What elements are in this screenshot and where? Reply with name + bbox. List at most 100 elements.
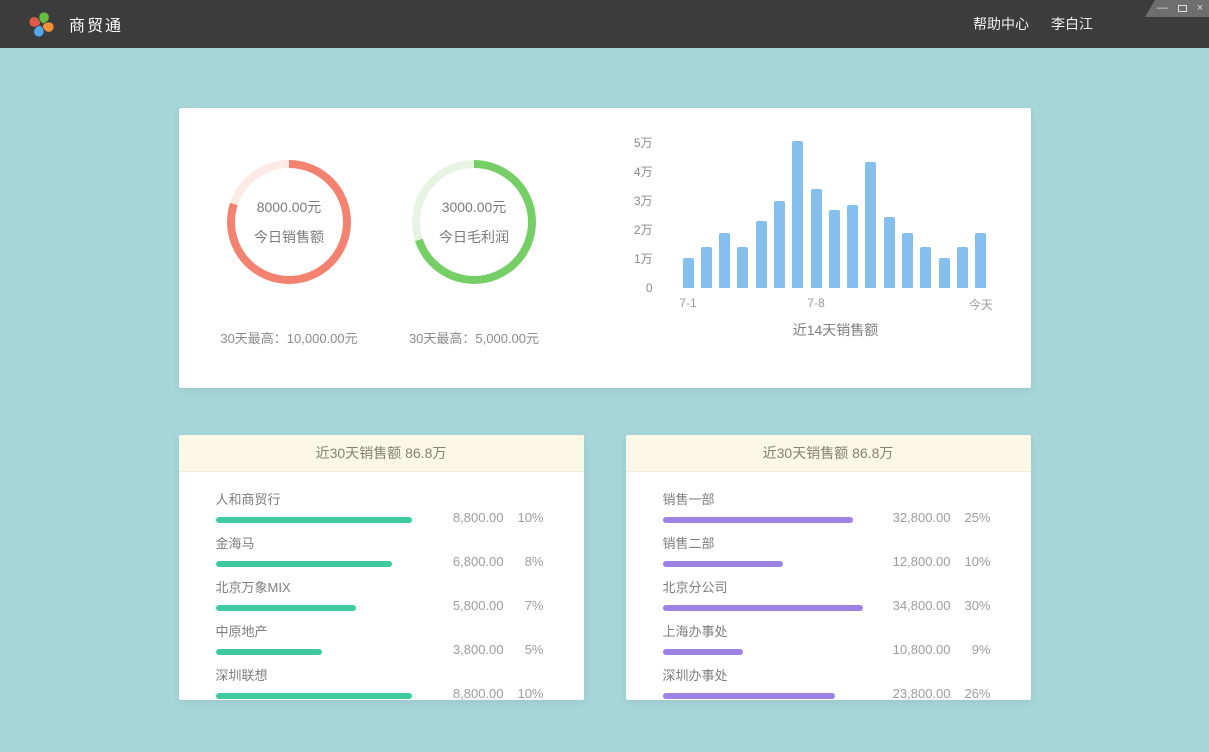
- app-title: 商贸通: [69, 12, 123, 36]
- rank-item-bar: [663, 605, 863, 611]
- rank-item-name: 销售二部: [663, 533, 863, 552]
- chart-bar: [902, 233, 913, 288]
- rank-item-name: 上海办事处: [663, 621, 863, 640]
- chart-bar: [719, 233, 730, 288]
- customer-rank-card: 近30天销售额 86.8万 人和商贸行 8,800.00 10% 金海马 6,8…: [179, 435, 584, 700]
- chart-title: 近14天销售额: [683, 320, 989, 340]
- rank-item-bar-fill: [663, 561, 783, 567]
- rank-row: 金海马 6,800.00 8%: [216, 533, 544, 567]
- help-center-link[interactable]: 帮助中心: [973, 14, 1029, 34]
- maximize-icon[interactable]: [1178, 5, 1187, 12]
- rank-row: 销售一部 32,800.00 25%: [663, 489, 991, 523]
- rank-item-bar-fill: [663, 649, 743, 655]
- rank-item-amount: 23,800.00: [887, 686, 951, 701]
- rank-item-name: 深圳联想: [216, 665, 416, 684]
- rank-row-right: 8,800.00 10%: [416, 510, 544, 525]
- rank-item-amount: 5,800.00: [440, 598, 504, 613]
- x-tick-label: 今天: [969, 296, 993, 313]
- bar-chart-plot: [683, 128, 989, 288]
- rank-row-left: 销售二部: [663, 533, 863, 567]
- rank-row-left: 深圳联想: [216, 665, 416, 699]
- rank-item-bar: [216, 693, 416, 699]
- rank-item-amount: 8,800.00: [440, 510, 504, 525]
- rank-row: 北京万象MIX 5,800.00 7%: [216, 577, 544, 611]
- rank-row: 北京分公司 34,800.00 30%: [663, 577, 991, 611]
- rank-row-left: 金海马: [216, 533, 416, 567]
- rank-item-bar-fill: [216, 649, 322, 655]
- minimize-icon[interactable]: —: [1157, 3, 1168, 14]
- rank-row-left: 深圳办事处: [663, 665, 863, 699]
- rank-row-left: 上海办事处: [663, 621, 863, 655]
- today-sales-value: 8000.00元: [257, 197, 322, 217]
- rank-row-right: 12,800.00 10%: [863, 554, 991, 569]
- customer-rank-list: 人和商贸行 8,800.00 10% 金海马 6,800.00 8% 北京万象M…: [179, 472, 584, 699]
- sales-14d-chart: 5万4万3万2万1万0 7-17-8今天 近14天销售额: [567, 108, 1031, 388]
- y-tick-label: 0: [646, 280, 653, 296]
- y-tick-label: 3万: [634, 193, 653, 209]
- today-profit-30d-max: 30天最高：5,000.00元: [382, 328, 567, 347]
- username[interactable]: 李白江: [1051, 14, 1093, 34]
- rank-item-bar: [663, 517, 863, 523]
- chart-y-axis: 5万4万3万2万1万0: [613, 128, 653, 288]
- rank-item-amount: 32,800.00: [887, 510, 951, 525]
- rank-item-name: 人和商贸行: [216, 489, 416, 508]
- rank-row: 深圳办事处 23,800.00 26%: [663, 665, 991, 699]
- rank-item-bar-fill: [216, 561, 392, 567]
- rank-row-right: 10,800.00 9%: [863, 642, 991, 657]
- rank-item-percent: 9%: [961, 642, 991, 657]
- chart-bar: [792, 141, 803, 288]
- today-profit-donut: 3000.00元 今日毛利润: [412, 160, 536, 284]
- today-sales-widget: 8000.00元 今日销售额 30天最高：10,000.00元: [197, 108, 382, 388]
- rank-row-right: 32,800.00 25%: [863, 510, 991, 525]
- rank-item-percent: 10%: [514, 686, 544, 701]
- rank-row-right: 5,800.00 7%: [416, 598, 544, 613]
- rank-item-percent: 8%: [514, 554, 544, 569]
- chart-bar: [683, 258, 694, 289]
- rank-row-left: 人和商贸行: [216, 489, 416, 523]
- chart-bar: [865, 162, 876, 289]
- chart-bar: [811, 189, 822, 288]
- chart-bar: [829, 210, 840, 289]
- rank-item-name: 中原地产: [216, 621, 416, 640]
- rank-row: 销售二部 12,800.00 10%: [663, 533, 991, 567]
- rank-row-left: 中原地产: [216, 621, 416, 655]
- pinwheel-logo-icon: [28, 11, 55, 38]
- rank-row-left: 北京分公司: [663, 577, 863, 611]
- bar-chart: 5万4万3万2万1万0 7-17-8今天: [613, 128, 1031, 288]
- rank-item-percent: 25%: [961, 510, 991, 525]
- chart-x-axis: 7-17-8今天: [683, 296, 989, 312]
- rank-item-percent: 10%: [514, 510, 544, 525]
- chart-bar: [975, 233, 986, 288]
- today-profit-widget: 3000.00元 今日毛利润 30天最高：5,000.00元: [382, 108, 567, 388]
- rank-item-bar: [216, 649, 416, 655]
- today-sales-center: 8000.00元 今日销售额: [227, 160, 351, 284]
- titlebar-menu: 帮助中心 李白江: [973, 14, 1093, 34]
- rank-item-bar-fill: [663, 517, 853, 523]
- rank-item-bar-fill: [216, 693, 412, 699]
- chart-bar: [847, 205, 858, 288]
- department-rank-title: 近30天销售额 86.8万: [626, 435, 1031, 472]
- dashboard-page: 8000.00元 今日销售额 30天最高：10,000.00元 3000.00元…: [0, 48, 1209, 700]
- window-controls: — ×: [1145, 0, 1209, 17]
- rank-item-amount: 34,800.00: [887, 598, 951, 613]
- y-tick-label: 4万: [634, 164, 653, 180]
- rank-item-bar: [663, 649, 863, 655]
- rank-item-bar: [663, 561, 863, 567]
- today-sales-30d-max: 30天最高：10,000.00元: [197, 328, 382, 347]
- rank-item-bar-fill: [663, 605, 863, 611]
- chart-bar: [737, 247, 748, 288]
- chart-bar: [884, 217, 895, 288]
- rank-item-bar: [216, 517, 416, 523]
- rank-row: 上海办事处 10,800.00 9%: [663, 621, 991, 655]
- rank-item-percent: 7%: [514, 598, 544, 613]
- close-icon[interactable]: ×: [1197, 3, 1203, 14]
- rank-row-right: 8,800.00 10%: [416, 686, 544, 701]
- chart-bar: [774, 201, 785, 288]
- x-tick-label: 7-1: [679, 296, 696, 310]
- y-tick-label: 1万: [634, 251, 653, 267]
- chart-bar: [939, 258, 950, 289]
- rank-row: 中原地产 3,800.00 5%: [216, 621, 544, 655]
- rank-item-name: 销售一部: [663, 489, 863, 508]
- x-tick-label: 7-8: [807, 296, 824, 310]
- rank-item-name: 金海马: [216, 533, 416, 552]
